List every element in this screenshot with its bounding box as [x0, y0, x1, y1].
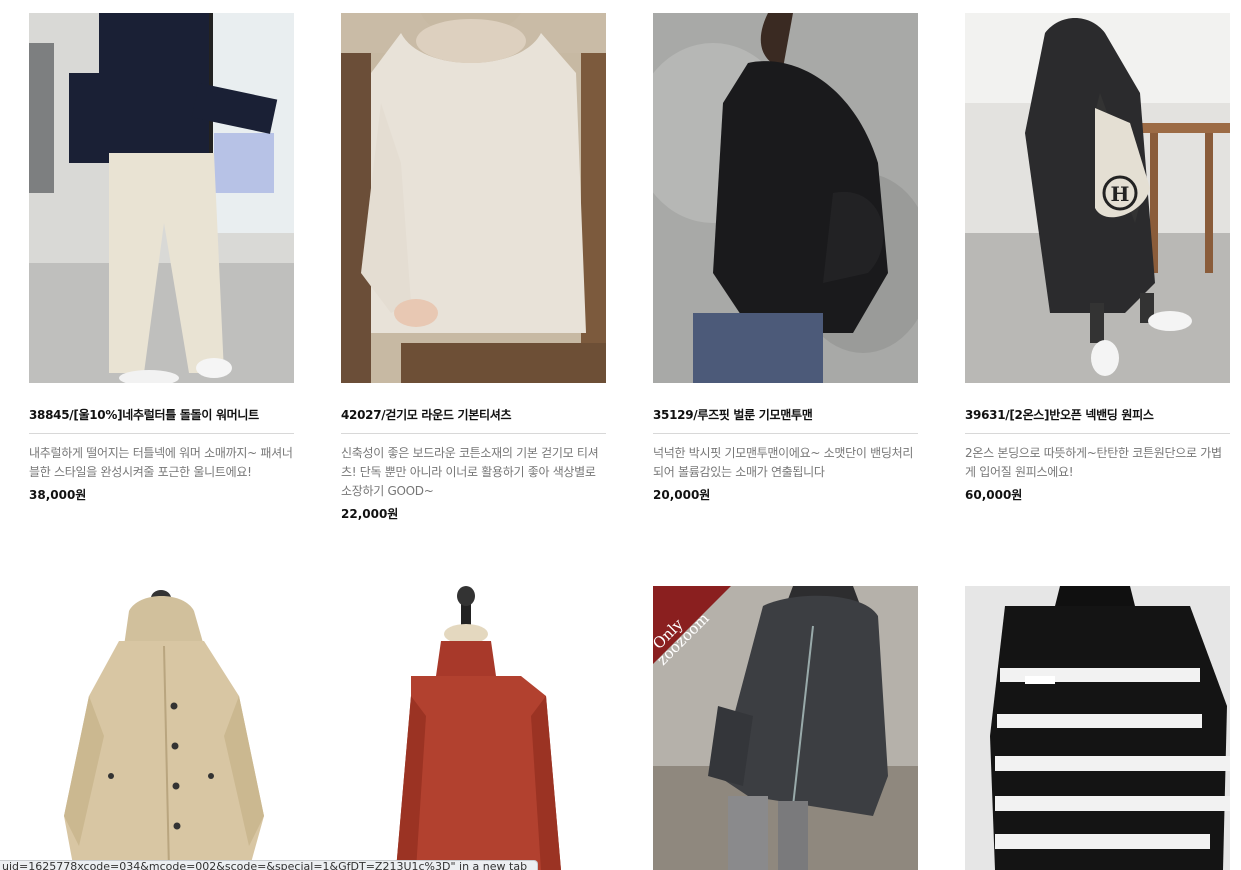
- product-price: 22,000원: [341, 507, 399, 521]
- bag-logo: H: [1111, 182, 1130, 206]
- product-description: 2온스 본딩으로 따뜻하게~탄탄한 코튼원단으로 가볍게 입어질 원피스에요!: [965, 446, 1222, 479]
- product-image[interactable]: [965, 586, 1230, 870]
- product-image[interactable]: H: [965, 13, 1230, 383]
- product-image[interactable]: [341, 586, 606, 870]
- product-name[interactable]: 35129/루즈핏 벌룬 기모맨투맨: [653, 406, 918, 423]
- product-description: 넉넉한 박시핏 기모맨투맨이에요~ 소맷단이 밴딩처리 되어 볼륨감있는 소매가…: [653, 446, 914, 479]
- divider: [965, 433, 1230, 434]
- product-description: 내추럴하게 떨어지는 터틀넥에 워머 소매까지~ 패셔너블한 스타일을 완성시켜…: [29, 446, 293, 479]
- product-image[interactable]: Only zoozoom: [653, 586, 918, 870]
- divider: [653, 433, 918, 434]
- product-image[interactable]: [29, 13, 294, 383]
- product-price: 38,000원: [29, 488, 87, 502]
- product-price: 60,000원: [965, 488, 1023, 502]
- divider: [341, 433, 606, 434]
- link-status-bar: uid=1625778xcode=034&mcode=002&scode=&sp…: [0, 860, 538, 870]
- product-image[interactable]: [341, 13, 606, 383]
- product-image[interactable]: [29, 586, 294, 870]
- product-name[interactable]: 39631/[2온스]반오픈 넥밴딩 원피스: [965, 406, 1230, 423]
- product-description: 신축성이 좋은 보드라운 코튼소재의 기본 걷기모 티셔츠! 단독 뿐만 아니라…: [341, 446, 599, 498]
- product-image[interactable]: [653, 13, 918, 383]
- product-name[interactable]: 42027/걷기모 라운드 기본티셔츠: [341, 406, 606, 423]
- product-name[interactable]: 38845/[울10%]네추럴터틀 돌돌이 워머니트: [29, 406, 294, 423]
- product-price: 20,000원: [653, 488, 711, 502]
- divider: [29, 433, 294, 434]
